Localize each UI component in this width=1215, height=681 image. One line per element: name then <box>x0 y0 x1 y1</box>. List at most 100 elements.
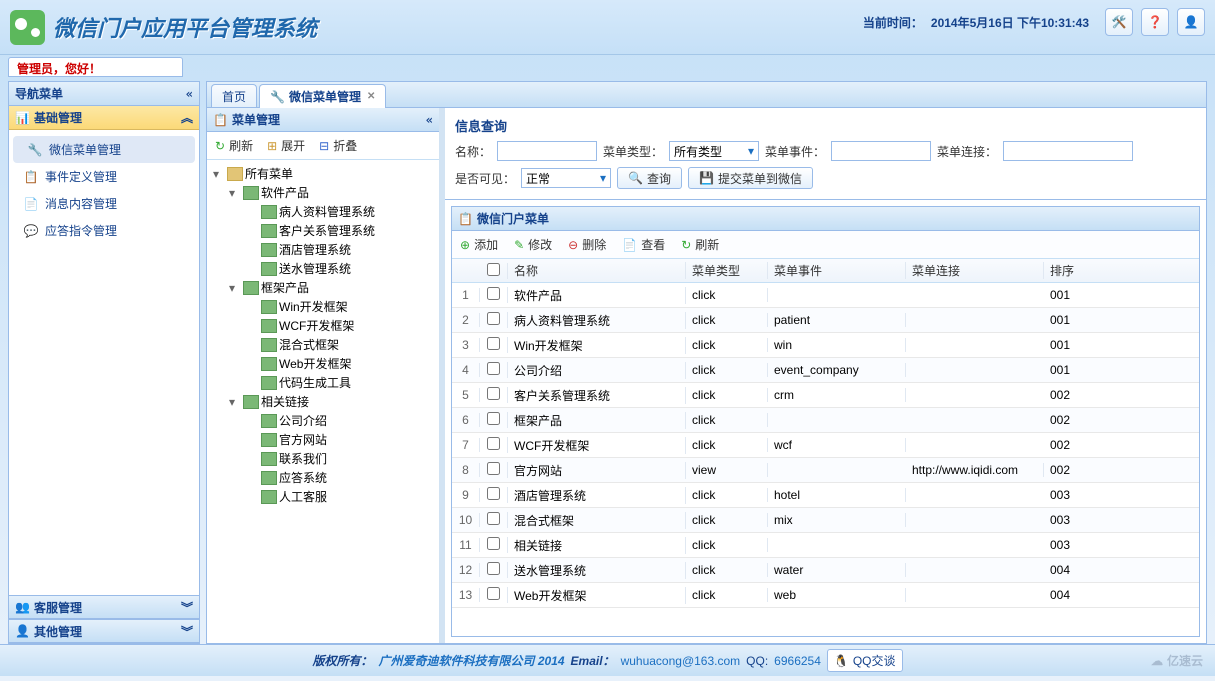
row-checkbox[interactable] <box>487 512 500 525</box>
row-checkbox[interactable] <box>487 562 500 575</box>
accordion-service[interactable]: 👥客服管理 ︾ <box>9 595 199 619</box>
cell-chk[interactable] <box>480 462 508 478</box>
qq-chat-button[interactable]: 🐧QQ交谈 <box>827 649 903 672</box>
table-row[interactable]: 7 WCF开发框架 click wcf 002 <box>452 433 1199 458</box>
cell-idx: 11 <box>452 538 480 552</box>
search-button[interactable]: 🔍查询 <box>617 167 682 189</box>
nav-item-event[interactable]: 📋事件定义管理 <box>9 163 199 190</box>
col-name[interactable]: 名称 <box>508 262 686 279</box>
check-all[interactable] <box>487 263 500 276</box>
col-event[interactable]: 菜单事件 <box>768 262 906 279</box>
email-link[interactable]: wuhuacong@163.com <box>621 654 741 668</box>
cell-chk[interactable] <box>480 287 508 303</box>
table-row[interactable]: 13 Web开发框架 click web 004 <box>452 583 1199 608</box>
table-row[interactable]: 12 送水管理系统 click water 004 <box>452 558 1199 583</box>
tree-root[interactable]: ▾ 所有菜单 <box>207 164 439 183</box>
tree-leaf[interactable]: 混合式框架 <box>207 335 439 354</box>
tree-node[interactable]: ▾ 框架产品 <box>207 278 439 297</box>
close-icon[interactable]: ✕ <box>367 91 375 102</box>
tree-leaf[interactable]: Web开发框架 <box>207 354 439 373</box>
col-type[interactable]: 菜单类型 <box>686 262 768 279</box>
col-sort[interactable]: 排序 <box>1044 262 1199 279</box>
view-button[interactable]: 📄查看 <box>622 236 665 253</box>
row-checkbox[interactable] <box>487 387 500 400</box>
accordion-other[interactable]: 👤其他管理 ︾ <box>9 619 199 643</box>
submit-button[interactable]: 💾提交菜单到微信 <box>688 167 813 189</box>
row-checkbox[interactable] <box>487 287 500 300</box>
table-row[interactable]: 5 客户关系管理系统 click crm 002 <box>452 383 1199 408</box>
row-checkbox[interactable] <box>487 412 500 425</box>
table-row[interactable]: 9 酒店管理系统 click hotel 003 <box>452 483 1199 508</box>
table-row[interactable]: 4 公司介绍 click event_company 001 <box>452 358 1199 383</box>
cell-chk[interactable] <box>480 512 508 528</box>
col-chk-header[interactable] <box>480 263 508 279</box>
help-icon[interactable]: ❓ <box>1141 8 1169 36</box>
table-row[interactable]: 2 病人资料管理系统 click patient 001 <box>452 308 1199 333</box>
visible-combo[interactable]: 正常▾ <box>521 168 611 188</box>
cell-chk[interactable] <box>480 487 508 503</box>
link-input[interactable] <box>1003 141 1133 161</box>
table-row[interactable]: 6 框架产品 click 002 <box>452 408 1199 433</box>
row-checkbox[interactable] <box>487 337 500 350</box>
collapse-west-icon[interactable]: « <box>186 87 193 101</box>
tree-leaf[interactable]: Win开发框架 <box>207 297 439 316</box>
table-row[interactable]: 8 官方网站 view http://www.iqidi.com 002 <box>452 458 1199 483</box>
tree-leaf[interactable]: 代码生成工具 <box>207 373 439 392</box>
cell-chk[interactable] <box>480 412 508 428</box>
tree-leaf[interactable]: WCF开发框架 <box>207 316 439 335</box>
tree-leaf[interactable]: 应答系统 <box>207 468 439 487</box>
row-checkbox[interactable] <box>487 437 500 450</box>
cell-chk[interactable] <box>480 537 508 553</box>
nav-item-message[interactable]: 📄消息内容管理 <box>9 190 199 217</box>
name-input[interactable] <box>497 141 597 161</box>
tree-leaf[interactable]: 公司介绍 <box>207 411 439 430</box>
cell-chk[interactable] <box>480 312 508 328</box>
cell-chk[interactable] <box>480 337 508 353</box>
tree-node[interactable]: ▾ 相关链接 <box>207 392 439 411</box>
tree-leaf[interactable]: 官方网站 <box>207 430 439 449</box>
user-icon[interactable]: 👤 <box>1177 8 1205 36</box>
table-row[interactable]: 10 混合式框架 click mix 003 <box>452 508 1199 533</box>
delete-button[interactable]: ⊖删除 <box>568 236 606 253</box>
type-combo[interactable]: 所有类型▾ <box>669 141 759 161</box>
tab-wxmenu[interactable]: 🔧微信菜单管理✕ <box>259 84 386 108</box>
tree-leaf[interactable]: 病人资料管理系统 <box>207 202 439 221</box>
tree-node[interactable]: ▾ 软件产品 <box>207 183 439 202</box>
row-checkbox[interactable] <box>487 362 500 375</box>
grid-refresh-button[interactable]: ↻刷新 <box>681 236 719 253</box>
welcome-bar: 管理员，您好！ <box>8 57 183 77</box>
edit-button[interactable]: ✎修改 <box>514 236 552 253</box>
row-checkbox[interactable] <box>487 487 500 500</box>
tree-leaf[interactable]: 联系我们 <box>207 449 439 468</box>
tree-leaf[interactable]: 人工客服 <box>207 487 439 506</box>
add-button[interactable]: ⊕添加 <box>460 236 498 253</box>
clipboard-icon: 📋 <box>23 169 39 185</box>
cell-type: click <box>686 338 768 352</box>
tree-leaf[interactable]: 送水管理系统 <box>207 259 439 278</box>
table-row[interactable]: 11 相关链接 click 003 <box>452 533 1199 558</box>
cell-chk[interactable] <box>480 362 508 378</box>
tree-collapse-button[interactable]: ⊟折叠 <box>319 137 357 154</box>
cell-chk[interactable] <box>480 387 508 403</box>
row-checkbox[interactable] <box>487 587 500 600</box>
tab-home[interactable]: 首页 <box>211 84 257 107</box>
table-row[interactable]: 3 Win开发框架 click win 001 <box>452 333 1199 358</box>
tree-leaf[interactable]: 酒店管理系统 <box>207 240 439 259</box>
collapse-tree-icon[interactable]: « <box>426 113 433 127</box>
col-link[interactable]: 菜单连接 <box>906 262 1044 279</box>
cell-chk[interactable] <box>480 562 508 578</box>
nav-item-wxmenu[interactable]: 🔧微信菜单管理 <box>13 136 195 163</box>
nav-item-reply[interactable]: 💬应答指令管理 <box>9 217 199 244</box>
row-checkbox[interactable] <box>487 312 500 325</box>
tools-icon[interactable]: 🛠️ <box>1105 8 1133 36</box>
cell-chk[interactable] <box>480 437 508 453</box>
table-row[interactable]: 1 软件产品 click 001 <box>452 283 1199 308</box>
tree-expand-button[interactable]: ⊞展开 <box>267 137 305 154</box>
tree-refresh-button[interactable]: ↻刷新 <box>215 137 253 154</box>
accordion-basic[interactable]: 📊基础管理 ︽ <box>9 106 199 130</box>
row-checkbox[interactable] <box>487 537 500 550</box>
cell-chk[interactable] <box>480 587 508 603</box>
tree-leaf[interactable]: 客户关系管理系统 <box>207 221 439 240</box>
event-input[interactable] <box>831 141 931 161</box>
row-checkbox[interactable] <box>487 462 500 475</box>
